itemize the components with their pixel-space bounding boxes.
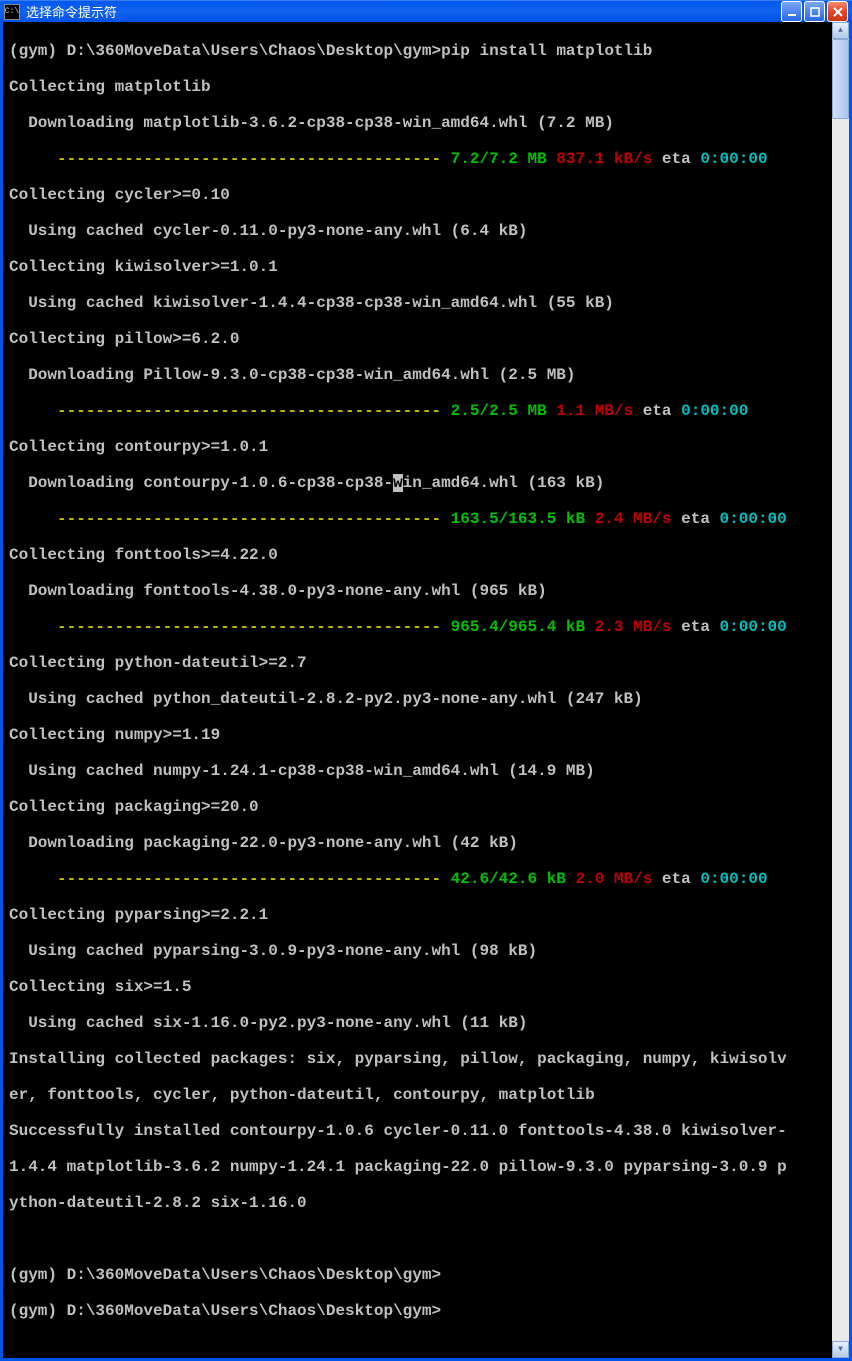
output-line: Collecting matplotlib bbox=[9, 78, 832, 96]
output-line: Collecting packaging>=20.0 bbox=[9, 798, 832, 816]
output-line: Collecting fonttools>=4.22.0 bbox=[9, 546, 832, 564]
scroll-down-button[interactable]: ▼ bbox=[832, 1341, 849, 1358]
terminal-output[interactable]: (gym) D:\360MoveData\Users\Chaos\Desktop… bbox=[3, 22, 832, 1358]
output-line: Using cached six-1.16.0-py2.py3-none-any… bbox=[9, 1014, 832, 1032]
command-prompt-window: C:\ 选择命令提示符 (gym) D:\360MoveData\Users\C… bbox=[0, 0, 852, 802]
output-line: Downloading packaging-22.0-py3-none-any.… bbox=[9, 834, 832, 852]
prompt-line: (gym) D:\360MoveData\Users\Chaos\Desktop… bbox=[9, 1266, 832, 1284]
prompt-line: (gym) D:\360MoveData\Users\Chaos\Desktop… bbox=[9, 42, 832, 60]
output-line: Downloading fonttools-4.38.0-py3-none-an… bbox=[9, 582, 832, 600]
output-line: er, fonttools, cycler, python-dateutil, … bbox=[9, 1086, 832, 1104]
app-icon: C:\ bbox=[4, 4, 20, 20]
blank-line bbox=[9, 1230, 832, 1248]
minimize-button[interactable] bbox=[781, 1, 802, 22]
close-button[interactable] bbox=[827, 1, 848, 22]
output-line: Collecting kiwisolver>=1.0.1 bbox=[9, 258, 832, 276]
output-line: Using cached python_dateutil-2.8.2-py2.p… bbox=[9, 690, 832, 708]
progress-line: ----------------------------------------… bbox=[9, 150, 832, 168]
terminal-container: (gym) D:\360MoveData\Users\Chaos\Desktop… bbox=[0, 22, 852, 1361]
output-line: Successfully installed contourpy-1.0.6 c… bbox=[9, 1122, 832, 1140]
output-line: 1.4.4 matplotlib-3.6.2 numpy-1.24.1 pack… bbox=[9, 1158, 832, 1176]
scroll-up-button[interactable]: ▲ bbox=[832, 22, 849, 39]
window-title: 选择命令提示符 bbox=[24, 2, 781, 21]
output-line: Collecting pillow>=6.2.0 bbox=[9, 330, 832, 348]
output-line: Using cached pyparsing-3.0.9-py3-none-an… bbox=[9, 942, 832, 960]
output-line: Downloading Pillow-9.3.0-cp38-cp38-win_a… bbox=[9, 366, 832, 384]
progress-line: ----------------------------------------… bbox=[9, 402, 832, 420]
output-line: Downloading contourpy-1.0.6-cp38-cp38-wi… bbox=[9, 474, 832, 492]
output-line: Collecting python-dateutil>=2.7 bbox=[9, 654, 832, 672]
output-line: ython-dateutil-2.8.2 six-1.16.0 bbox=[9, 1194, 832, 1212]
output-line: Collecting cycler>=0.10 bbox=[9, 186, 832, 204]
output-line: Downloading matplotlib-3.6.2-cp38-cp38-w… bbox=[9, 114, 832, 132]
output-line: Using cached cycler-0.11.0-py3-none-any.… bbox=[9, 222, 832, 240]
maximize-button[interactable] bbox=[804, 1, 825, 22]
output-line: Collecting six>=1.5 bbox=[9, 978, 832, 996]
titlebar[interactable]: C:\ 选择命令提示符 bbox=[0, 0, 852, 22]
output-line: Using cached numpy-1.24.1-cp38-cp38-win_… bbox=[9, 762, 832, 780]
scroll-track[interactable] bbox=[832, 39, 849, 1341]
output-line: Collecting contourpy>=1.0.1 bbox=[9, 438, 832, 456]
progress-line: ----------------------------------------… bbox=[9, 870, 832, 888]
scroll-thumb[interactable] bbox=[832, 39, 849, 119]
progress-line: ----------------------------------------… bbox=[9, 618, 832, 636]
output-line: Collecting numpy>=1.19 bbox=[9, 726, 832, 744]
output-line: Installing collected packages: six, pypa… bbox=[9, 1050, 832, 1068]
output-line: Collecting pyparsing>=2.2.1 bbox=[9, 906, 832, 924]
cursor-highlight: w bbox=[393, 474, 403, 492]
window-controls bbox=[781, 1, 848, 22]
output-line: Using cached kiwisolver-1.4.4-cp38-cp38-… bbox=[9, 294, 832, 312]
prompt-line: (gym) D:\360MoveData\Users\Chaos\Desktop… bbox=[9, 1302, 832, 1320]
progress-line: ----------------------------------------… bbox=[9, 510, 832, 528]
vertical-scrollbar[interactable]: ▲ ▼ bbox=[832, 22, 849, 1358]
